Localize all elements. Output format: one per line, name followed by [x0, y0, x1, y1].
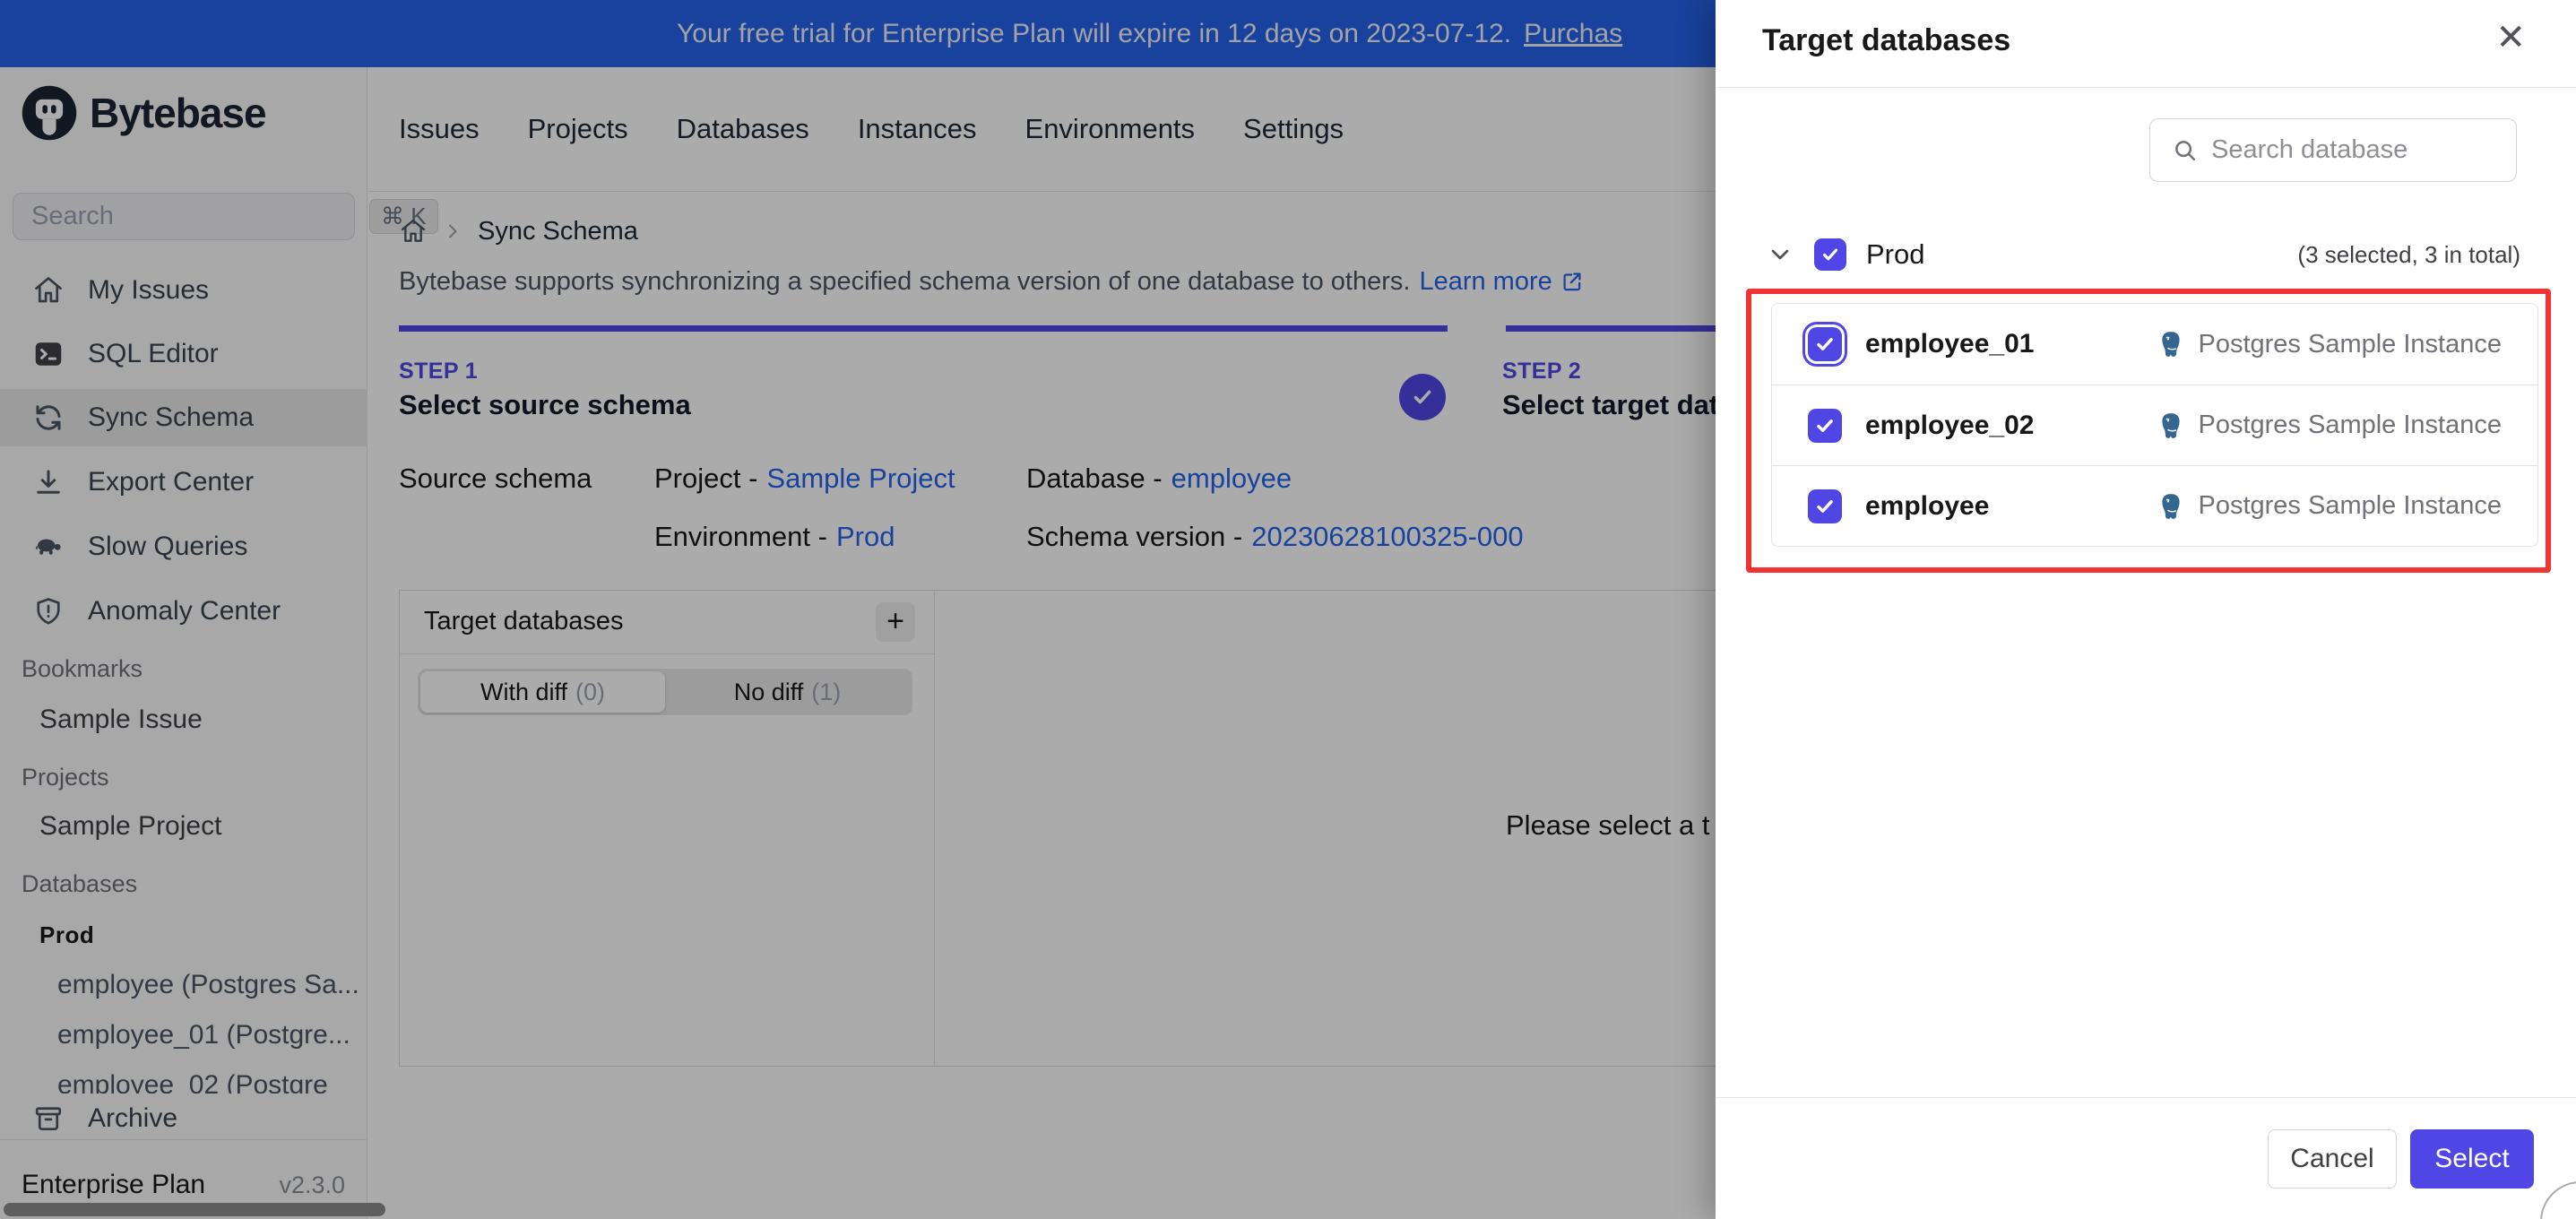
database-name: employee	[1865, 490, 1990, 521]
search-icon	[2175, 140, 2196, 160]
modal-footer-divider	[1716, 1097, 2576, 1098]
instance-info: Postgres Sample Instance	[2156, 491, 2502, 522]
selection-summary: (3 selected, 3 in total)	[2297, 240, 2520, 268]
database-search-input[interactable]	[2211, 135, 2498, 165]
prod-group-checkbox[interactable]	[1814, 238, 1846, 271]
modal-search-box[interactable]	[2149, 118, 2517, 182]
database-row-employee-02[interactable]: employee_02 Postgres Sample Instance	[1772, 385, 2537, 465]
environment-group-label: Prod	[1866, 238, 1925, 270]
instance-name: Postgres Sample Instance	[2198, 491, 2502, 520]
instance-info: Postgres Sample Instance	[2156, 329, 2502, 359]
database-list: employee_01 Postgres Sample Instance emp…	[1771, 303, 2538, 547]
select-button[interactable]: Select	[2410, 1129, 2534, 1189]
database-row-employee[interactable]: employee Postgres Sample Instance	[1772, 465, 2537, 546]
app-root: Your free trial for Enterprise Plan will…	[0, 0, 2576, 1219]
postgres-icon	[2162, 412, 2181, 438]
database-name: employee_01	[1865, 329, 2035, 359]
instance-name: Postgres Sample Instance	[2198, 329, 2502, 359]
environment-group-row: Prod	[1766, 233, 1924, 276]
postgres-icon	[2162, 332, 2181, 357]
row-checkbox[interactable]	[1802, 322, 1847, 367]
database-name: employee_02	[1865, 410, 2035, 440]
modal-header-divider	[1716, 87, 2576, 88]
row-checkbox[interactable]	[1808, 408, 1842, 443]
close-icon[interactable]: ✕	[2495, 20, 2526, 56]
instance-info: Postgres Sample Instance	[2156, 411, 2502, 441]
target-databases-modal: Target databases ✕ Prod (3 selected, 3 i…	[1716, 0, 2576, 1219]
postgres-icon	[2162, 493, 2181, 519]
database-row-employee-01[interactable]: employee_01 Postgres Sample Instance	[1772, 304, 2537, 385]
instance-name: Postgres Sample Instance	[2198, 411, 2502, 439]
chevron-down-icon[interactable]	[1766, 240, 1794, 269]
row-checkbox[interactable]	[1808, 488, 1842, 523]
modal-title: Target databases	[1762, 23, 2011, 57]
cancel-button[interactable]: Cancel	[2268, 1129, 2397, 1189]
